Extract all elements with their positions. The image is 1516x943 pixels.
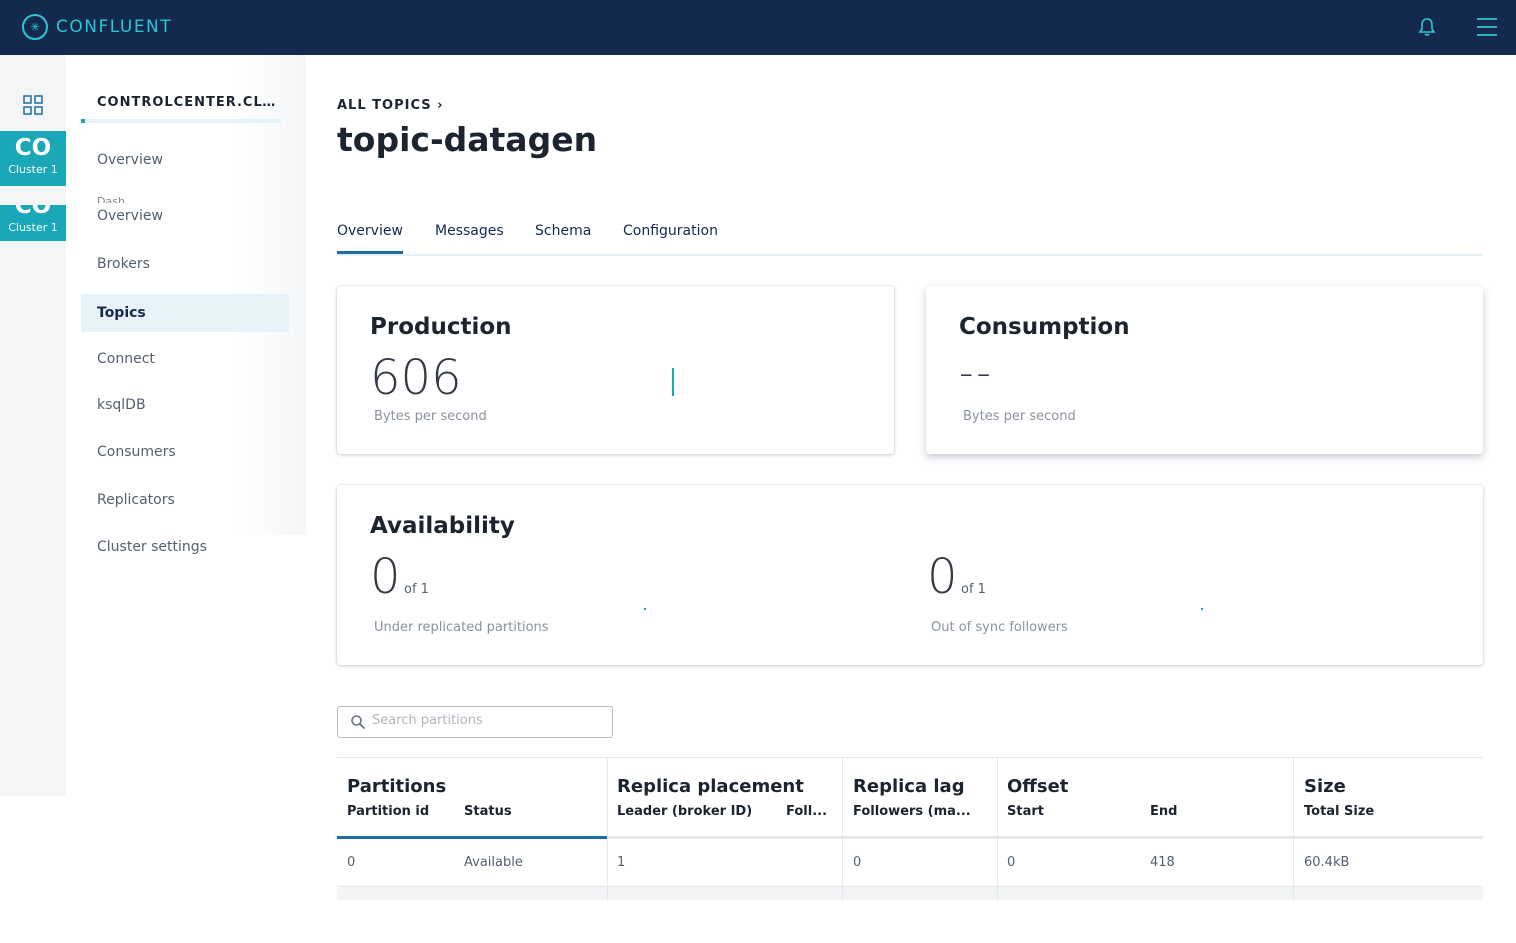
cluster-abbr: CO [14,135,52,161]
nav-item-brokers[interactable]: Brokers [81,245,289,283]
confluent-logo[interactable]: ✳ CONFLUENT [22,14,172,40]
column-group-replica-placement: Replica placement Leader (broker ID) Fol… [607,758,843,901]
tab-schema[interactable]: Schema [535,223,591,239]
group-title-offset: Offset [1007,776,1069,797]
cell-start: 0 [1007,855,1016,870]
nav-item-ksqldb[interactable]: ksqlDB [81,386,289,424]
nav-item-topics[interactable]: Topics [81,294,289,332]
production-value: 606 [370,350,462,406]
col-start[interactable]: Start [1007,804,1044,819]
cluster-name: Cluster 1 [8,221,58,234]
under-replicated-value: 0 [370,549,401,605]
nav-item-connect[interactable]: Connect [81,340,289,378]
cluster-name: Cluster 1 [8,163,58,176]
consumption-card[interactable]: Consumption -- Bytes per second [926,286,1483,454]
production-title: Production [370,314,512,340]
col-partition-id[interactable]: Partition id [347,804,429,819]
col-end[interactable]: End [1150,804,1177,819]
under-replicated-of: of 1 [404,582,429,597]
brand-name: CONFLUENT [56,17,173,37]
column-group-replica-lag: Replica lag Followers (ma... 0 [843,758,998,901]
group-title-partitions: Partitions [347,776,447,797]
grid-icon[interactable] [23,95,43,115]
nav-item-cluster-settings[interactable]: Cluster settings [81,528,289,566]
out-of-sync-label: Out of sync followers [931,620,1068,635]
col-total-size[interactable]: Total Size [1304,804,1374,819]
nav-item-overview[interactable]: Overview [81,141,289,179]
page-title: topic-datagen [337,120,598,159]
nav-item-consumers[interactable]: Consumers [81,433,289,471]
out-of-sync-of: of 1 [961,582,986,597]
notifications-bell-icon[interactable] [1416,16,1438,38]
cell-status: Available [464,855,523,870]
consumption-unit: Bytes per second [963,409,1076,424]
cluster-nav: CONTROLCENTER.CLU... Overview Dash Overv… [66,55,306,535]
group-title-replica-placement: Replica placement [617,776,804,797]
col-leader[interactable]: Leader (broker ID) [617,804,752,819]
col-followers[interactable]: Foll... [786,804,827,819]
search-box[interactable] [337,706,613,738]
breadcrumb-all-topics[interactable]: ALL TOPICS [337,98,432,113]
group-title-replica-lag: Replica lag [853,776,965,797]
col-status[interactable]: Status [464,804,512,819]
consumption-value: -- [959,350,994,396]
cluster-title[interactable]: CONTROLCENTER.CLU... [97,95,277,110]
production-unit: Bytes per second [374,409,487,424]
cluster-tile[interactable]: CO Cluster 1 [0,131,66,186]
col-followers-max[interactable]: Followers (ma... [853,804,971,819]
out-of-sync-value: 0 [927,549,958,605]
top-bar: ✳ CONFLUENT [0,0,1516,55]
cluster-title-underline [81,119,281,123]
column-group-size: Size Total Size 60.4kB [1294,758,1483,901]
cell-size: 60.4kB [1304,855,1350,870]
production-sparkline [672,368,674,396]
column-group-offset: Offset Start End 0 418 [997,758,1294,901]
search-icon [351,715,366,730]
group-title-size: Size [1304,776,1346,797]
cell-leader: 1 [617,855,626,870]
chevron-right-icon: › [437,98,444,113]
production-card[interactable]: Production 606 Bytes per second [337,286,894,454]
search-partitions-input[interactable] [372,713,602,728]
consumption-title: Consumption [959,314,1130,340]
tab-messages[interactable]: Messages [435,223,504,239]
availability-card: Availability 0 of 1 Under replicated par… [337,485,1483,665]
tab-configuration[interactable]: Configuration [623,223,718,239]
cell-end: 418 [1150,855,1175,870]
tab-overview[interactable]: Overview [337,223,403,254]
topic-tabs: Overview Messages Schema Configuration [337,220,1483,256]
availability-title: Availability [370,513,515,539]
confluent-logo-icon: ✳ [22,14,48,40]
cluster-tile[interactable]: CO Cluster 1 [0,205,66,241]
nav-item-overview[interactable]: Overview [81,197,289,235]
out-of-sync-sparkline [1200,607,1204,611]
cluster-abbr: CO [14,205,52,219]
cell-partition-id: 0 [347,855,356,870]
breadcrumb[interactable]: ALL TOPICS › [337,98,443,113]
nav-item-replicators[interactable]: Replicators [81,481,289,519]
under-replicated-sparkline [643,607,647,611]
partitions-table: Partitions Partition id Status 0 Availab… [337,757,1483,901]
hamburger-menu-icon[interactable] [1476,16,1498,38]
under-replicated-label: Under replicated partitions [374,620,549,635]
cell-lag: 0 [853,855,862,870]
column-group-partitions: Partitions Partition id Status 0 Availab… [337,758,608,901]
